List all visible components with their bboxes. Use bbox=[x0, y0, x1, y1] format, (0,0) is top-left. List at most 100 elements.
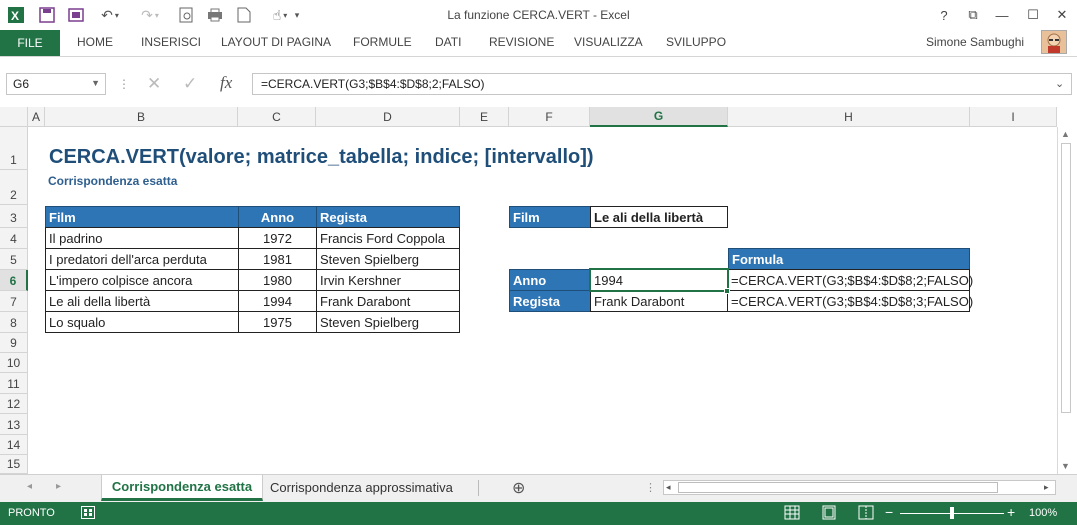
result-formula-regista[interactable]: =CERCA.VERT(G3;$B$4:$D$8;3;FALSO) bbox=[727, 290, 973, 312]
sheet-title[interactable]: CERCA.VERT(valore; matrice_tabella; indi… bbox=[46, 144, 597, 170]
table-cell-film[interactable]: L'impero colpisce ancora bbox=[45, 269, 239, 291]
tab-file[interactable]: FILE bbox=[0, 30, 60, 56]
table-header-regista[interactable]: Regista bbox=[316, 206, 460, 228]
row-header-10[interactable]: 10 bbox=[0, 353, 28, 373]
row-header-3[interactable]: 3 bbox=[0, 205, 28, 228]
select-all-corner[interactable] bbox=[0, 107, 28, 127]
row-header-13[interactable]: 13 bbox=[0, 414, 28, 435]
sheet-tab-corrispondenza-esatta[interactable]: Corrispondenza esatta bbox=[101, 475, 263, 501]
row-header-11[interactable]: 11 bbox=[0, 373, 28, 394]
tab-formule[interactable]: FORMULE bbox=[353, 35, 412, 49]
table-cell-regista[interactable]: Frank Darabont bbox=[316, 290, 460, 312]
column-header-f[interactable]: F bbox=[509, 107, 590, 127]
column-header-b[interactable]: B bbox=[45, 107, 238, 127]
table-cell-regista[interactable]: Steven Spielberg bbox=[316, 248, 460, 270]
insert-function-icon[interactable]: fx bbox=[220, 73, 232, 93]
expand-formula-bar-icon[interactable]: ⌄ bbox=[1055, 77, 1064, 90]
tab-sviluppo[interactable]: SVILUPPO bbox=[666, 35, 726, 49]
row-header-7[interactable]: 7 bbox=[0, 291, 28, 312]
fill-handle[interactable] bbox=[724, 288, 730, 294]
avatar[interactable] bbox=[1041, 30, 1067, 54]
worksheet-grid[interactable]: A B C D E F G H I 1 2 3 4 5 6 7 8 9 10 1… bbox=[0, 107, 1077, 474]
normal-view-icon[interactable] bbox=[784, 505, 800, 520]
table-cell-regista[interactable]: Francis Ford Coppola bbox=[316, 227, 460, 249]
tab-home[interactable]: HOME bbox=[77, 35, 113, 49]
column-header-i[interactable]: I bbox=[970, 107, 1057, 127]
tab-dati[interactable]: DATI bbox=[435, 35, 461, 49]
table-cell-anno[interactable]: 1980 bbox=[238, 269, 317, 291]
row-header-4[interactable]: 4 bbox=[0, 228, 28, 249]
table-cell-film[interactable]: Lo squalo bbox=[45, 311, 239, 333]
table-cell-film[interactable]: Il padrino bbox=[45, 227, 239, 249]
result-label-anno[interactable]: Anno bbox=[509, 269, 591, 291]
minimize-button[interactable]: — bbox=[987, 4, 1017, 26]
column-header-g[interactable]: G bbox=[590, 107, 728, 127]
table-cell-film[interactable]: I predatori dell'arca perduta bbox=[45, 248, 239, 270]
result-value-anno[interactable]: 1994 bbox=[590, 269, 728, 291]
scroll-up-icon[interactable]: ▲ bbox=[1061, 129, 1070, 139]
horizontal-scrollbar[interactable]: ◂ ▸ bbox=[663, 480, 1056, 495]
table-header-film[interactable]: Film bbox=[45, 206, 239, 228]
column-header-a[interactable]: A bbox=[28, 107, 45, 127]
column-header-d[interactable]: D bbox=[316, 107, 460, 127]
column-header-e[interactable]: E bbox=[460, 107, 509, 127]
row-header-8[interactable]: 8 bbox=[0, 312, 28, 333]
add-sheet-icon[interactable]: ⊕ bbox=[512, 478, 525, 498]
table-cell-anno[interactable]: 1994 bbox=[238, 290, 317, 312]
table-cell-anno[interactable]: 1975 bbox=[238, 311, 317, 333]
tab-inserisci[interactable]: INSERISCI bbox=[141, 35, 201, 49]
vertical-scrollbar[interactable]: ▲ ▼ bbox=[1057, 127, 1074, 474]
table-cell-film[interactable]: Le ali della libertà bbox=[45, 290, 239, 312]
close-button[interactable]: ✕ bbox=[1047, 4, 1077, 26]
row-header-14[interactable]: 14 bbox=[0, 435, 28, 455]
formula-header[interactable]: Formula bbox=[728, 248, 970, 270]
result-label-regista[interactable]: Regista bbox=[509, 290, 591, 312]
page-break-preview-icon[interactable] bbox=[858, 505, 874, 520]
tab-splitter-icon[interactable]: ⋮ bbox=[645, 481, 656, 494]
tab-visualizza[interactable]: VISUALIZZA bbox=[574, 35, 643, 49]
enter-formula-icon[interactable]: ✓ bbox=[183, 74, 197, 94]
row-header-2[interactable]: 2 bbox=[0, 170, 28, 205]
row-header-1[interactable]: 1 bbox=[0, 127, 28, 170]
macro-recording-icon[interactable] bbox=[81, 506, 95, 519]
zoom-level[interactable]: 100% bbox=[1029, 507, 1057, 519]
chevron-down-icon[interactable]: ▼ bbox=[91, 78, 100, 88]
row-header-15[interactable]: 15 bbox=[0, 455, 28, 474]
table-cell-regista[interactable]: Steven Spielberg bbox=[316, 311, 460, 333]
table-cell-anno[interactable]: 1981 bbox=[238, 248, 317, 270]
table-header-anno[interactable]: Anno bbox=[238, 206, 317, 228]
row-header-5[interactable]: 5 bbox=[0, 249, 28, 270]
name-box[interactable]: G6 ▼ bbox=[6, 73, 106, 95]
zoom-out-button[interactable]: − bbox=[885, 504, 893, 520]
table-cell-anno[interactable]: 1972 bbox=[238, 227, 317, 249]
sheet-subtitle[interactable]: Corrispondenza esatta bbox=[45, 171, 180, 191]
zoom-in-button[interactable]: + bbox=[1007, 504, 1015, 520]
next-sheet-icon[interactable]: ▸ bbox=[56, 481, 61, 492]
formula-input[interactable]: =CERCA.VERT(G3;$B$4:$D$8;2;FALSO) bbox=[252, 73, 1072, 95]
user-name[interactable]: Simone Sambughi bbox=[926, 35, 1024, 49]
sheet-tab-corrispondenza-approssimativa[interactable]: Corrispondenza approssimativa bbox=[270, 480, 453, 495]
scroll-left-icon[interactable]: ◂ bbox=[666, 482, 671, 493]
maximize-button[interactable]: ☐ bbox=[1018, 4, 1048, 26]
ribbon-display-options-icon[interactable]: ⧉ bbox=[958, 4, 988, 26]
cancel-formula-icon[interactable]: ✕ bbox=[147, 74, 161, 94]
column-header-c[interactable]: C bbox=[238, 107, 316, 127]
column-header-h[interactable]: H bbox=[728, 107, 970, 127]
vertical-scroll-thumb[interactable] bbox=[1061, 143, 1071, 413]
row-header-9[interactable]: 9 bbox=[0, 333, 28, 353]
help-button[interactable]: ? bbox=[929, 4, 959, 26]
zoom-slider-thumb[interactable] bbox=[950, 507, 954, 519]
lookup-label[interactable]: Film bbox=[509, 206, 591, 228]
row-header-12[interactable]: 12 bbox=[0, 394, 28, 414]
result-formula-anno[interactable]: =CERCA.VERT(G3;$B$4:$D$8;2;FALSO) bbox=[727, 269, 973, 291]
drag-handle-icon[interactable]: ⋮ bbox=[118, 77, 130, 91]
scroll-down-icon[interactable]: ▼ bbox=[1061, 461, 1070, 471]
tab-revisione[interactable]: REVISIONE bbox=[489, 35, 554, 49]
previous-sheet-icon[interactable]: ◂ bbox=[27, 481, 32, 492]
scroll-right-icon[interactable]: ▸ bbox=[1044, 482, 1049, 493]
page-layout-view-icon[interactable] bbox=[821, 505, 837, 520]
result-value-regista[interactable]: Frank Darabont bbox=[590, 290, 728, 312]
table-cell-regista[interactable]: Irvin Kershner bbox=[316, 269, 460, 291]
row-header-6[interactable]: 6 bbox=[0, 270, 28, 291]
lookup-value[interactable]: Le ali della libertà bbox=[590, 206, 728, 228]
